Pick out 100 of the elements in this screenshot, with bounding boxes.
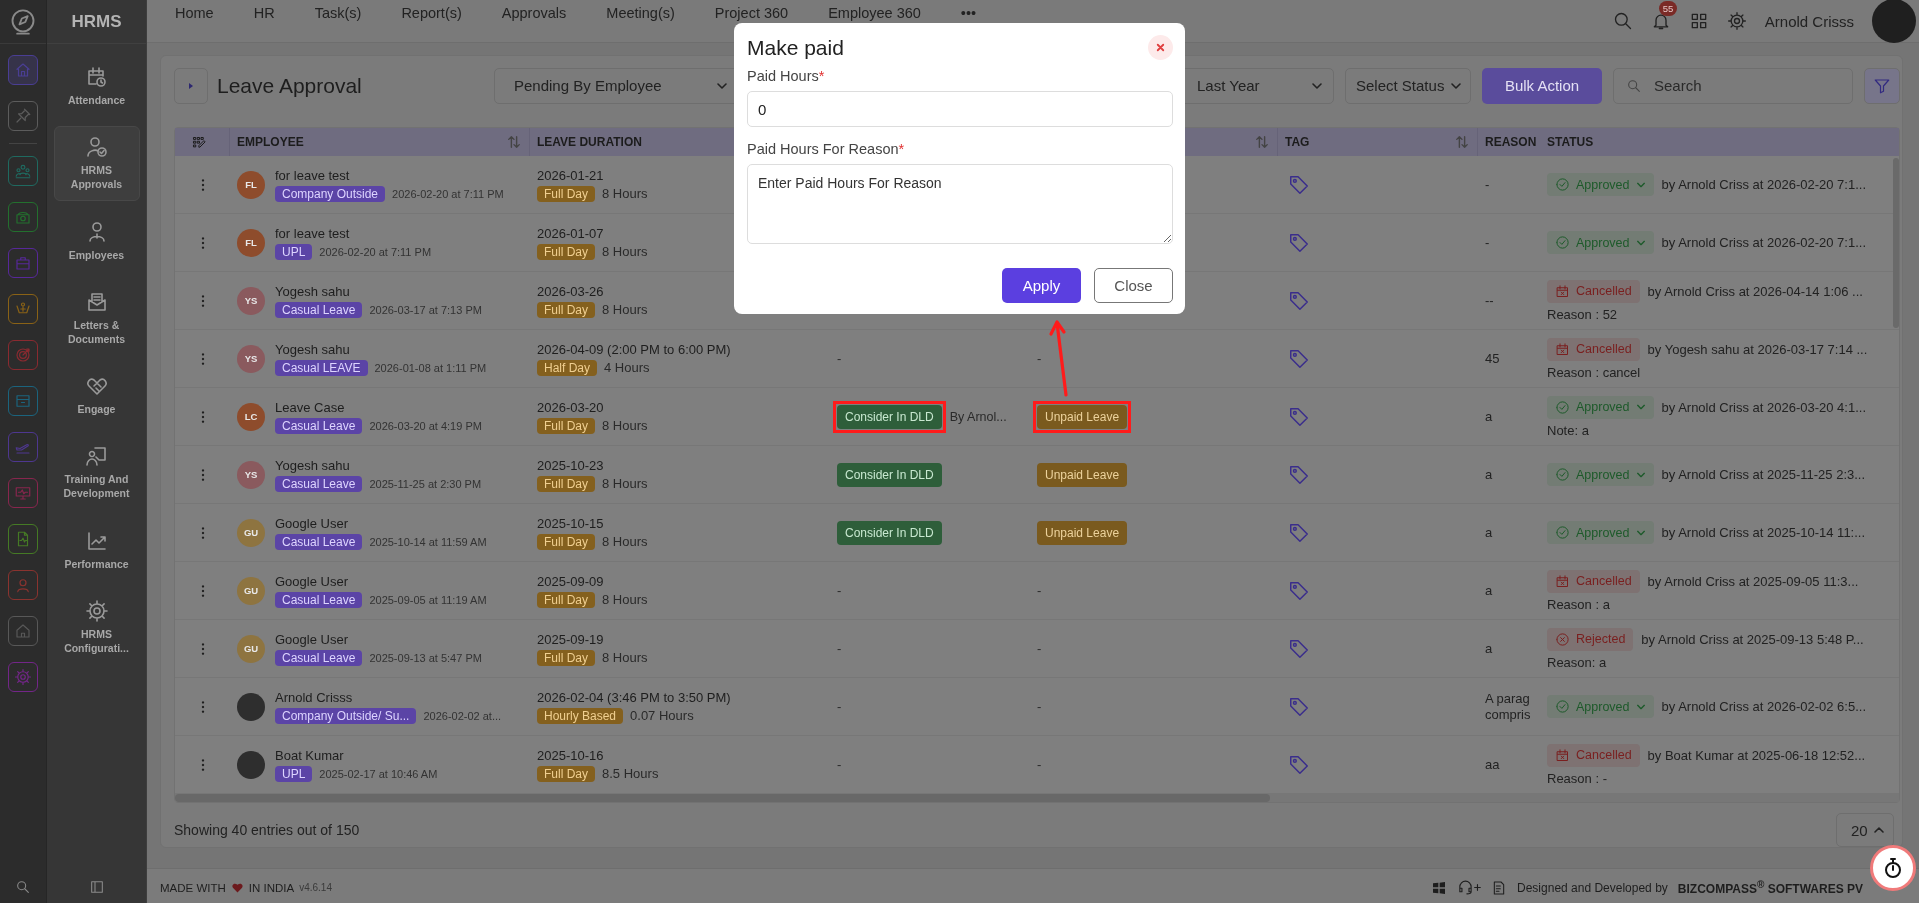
- tag-icon[interactable]: [1288, 231, 1310, 254]
- close-button[interactable]: [1148, 35, 1173, 60]
- status-chip[interactable]: Approved: [1547, 521, 1654, 544]
- empty-value: -: [1037, 583, 1042, 598]
- app-shortcut-button[interactable]: [8, 202, 38, 232]
- nav-link[interactable]: Employee 360: [828, 5, 921, 21]
- tag-icon[interactable]: [1288, 753, 1310, 776]
- sidebar-item[interactable]: Engage: [53, 365, 140, 426]
- leave-type-badge: Company Outside: [275, 185, 386, 202]
- paid-hours-field[interactable]: 0: [747, 91, 1173, 127]
- column-header[interactable]: EMPLOYEE: [230, 128, 530, 156]
- more-options-icon[interactable]: [199, 235, 206, 250]
- status-note: Reason : a: [1547, 596, 1610, 612]
- column-header[interactable]: TAG: [1278, 128, 1478, 156]
- status-chip[interactable]: Approved: [1547, 173, 1654, 196]
- status-detail: by Arnold Criss at 2025-09-05 11:3...: [1647, 573, 1859, 589]
- sidebar-item[interactable]: Letters & Documents: [53, 280, 140, 356]
- status-chip: Cancelled: [1547, 337, 1640, 361]
- more-options-icon[interactable]: [199, 699, 206, 714]
- filter-button[interactable]: [1864, 67, 1900, 104]
- sidebar-item[interactable]: Performance: [53, 519, 140, 580]
- sidebar-item[interactable]: Attendance: [53, 56, 140, 117]
- empty-value: -: [1037, 757, 1042, 772]
- tag-icon[interactable]: [1288, 405, 1310, 428]
- app-shortcut-button[interactable]: [8, 386, 38, 416]
- sidebar-toggle-icon[interactable]: [88, 879, 105, 895]
- sort-icon[interactable]: [1455, 135, 1469, 149]
- more-options-icon[interactable]: [199, 293, 206, 308]
- user-avatar[interactable]: [1872, 0, 1916, 43]
- sort-icon[interactable]: [507, 135, 521, 149]
- app-shortcut-button[interactable]: [8, 55, 38, 85]
- leave-date: 2025-09-09: [537, 573, 604, 589]
- sidebar-item[interactable]: Training And Development: [53, 435, 140, 510]
- nav-link[interactable]: Task(s): [314, 5, 362, 21]
- tag-icon[interactable]: [1288, 347, 1310, 370]
- more-options-icon[interactable]: [199, 351, 206, 366]
- applied-date: 2026-02-02 at...: [423, 709, 502, 722]
- tag-icon[interactable]: [1288, 173, 1310, 196]
- sidebar-item[interactable]: HRMS Approvals: [53, 126, 140, 201]
- tag-icon[interactable]: [1288, 521, 1310, 544]
- more-options-icon[interactable]: [199, 177, 206, 192]
- search-icon[interactable]: [15, 879, 31, 895]
- leave-hours: 8 Hours: [602, 534, 648, 549]
- close-button[interactable]: Close: [1094, 268, 1173, 303]
- tag-icon[interactable]: [1288, 579, 1310, 602]
- company-name: BIZCOMPASS$^{®}$ SOFTWARES PV: [1677, 879, 1863, 896]
- more-options-icon[interactable]: [199, 525, 206, 540]
- tag-icon[interactable]: [1288, 289, 1310, 312]
- search-icon: [1626, 77, 1642, 94]
- tag-icon[interactable]: [1288, 463, 1310, 486]
- settings-icon[interactable]: [1726, 11, 1747, 31]
- sidebar-item[interactable]: Employees: [53, 210, 140, 271]
- app-shortcut-button[interactable]: [8, 662, 38, 692]
- user-name[interactable]: Arnold Crisss: [1764, 12, 1854, 30]
- more-options-icon[interactable]: [199, 641, 206, 656]
- app-shortcut-button[interactable]: [8, 524, 38, 554]
- app-shortcut-button[interactable]: [8, 101, 38, 131]
- windows-icon[interactable]: [1431, 879, 1448, 896]
- status-chip[interactable]: Approved: [1547, 463, 1654, 486]
- more-options-icon[interactable]: [199, 467, 206, 482]
- app-shortcut-button[interactable]: [8, 340, 38, 370]
- decided-by-text: By Arnol...: [949, 409, 1007, 424]
- app-shortcut-button[interactable]: [8, 294, 38, 324]
- nav-link[interactable]: HR: [253, 5, 275, 21]
- nav-link[interactable]: Report(s): [401, 5, 462, 21]
- nav-link[interactable]: Project 360: [714, 5, 789, 21]
- status-chip: Cancelled: [1547, 279, 1640, 303]
- nav-link[interactable]: Approvals: [501, 5, 567, 21]
- app-shortcut-button[interactable]: [8, 478, 38, 508]
- bulk-action-button[interactable]: Bulk Action: [1482, 67, 1602, 104]
- nav-link[interactable]: Home: [175, 5, 214, 21]
- more-options-icon[interactable]: [199, 583, 206, 598]
- tag-icon[interactable]: [1288, 637, 1310, 660]
- app-shortcut-button[interactable]: [8, 616, 38, 646]
- column-settings-icon[interactable]: [192, 134, 207, 150]
- status-note: Reason : -: [1547, 770, 1607, 786]
- status-filter-dropdown[interactable]: Select Status: [1345, 67, 1471, 104]
- search-field[interactable]: Search: [1613, 67, 1853, 104]
- more-nav-link[interactable]: •••: [960, 5, 977, 21]
- more-options-icon[interactable]: [199, 409, 206, 424]
- app-shortcut-button[interactable]: [8, 432, 38, 462]
- status-chip[interactable]: Approved: [1547, 231, 1654, 254]
- apply-button[interactable]: Apply: [1002, 268, 1081, 303]
- page-size-dropdown[interactable]: 20: [1836, 813, 1894, 847]
- status-chip[interactable]: Approved: [1547, 395, 1654, 419]
- more-options-icon[interactable]: [199, 757, 206, 772]
- app-shortcut-button[interactable]: [8, 248, 38, 278]
- search-icon[interactable]: [1612, 11, 1633, 31]
- compass-logo-icon[interactable]: [9, 7, 37, 36]
- sort-icon[interactable]: [1255, 135, 1269, 149]
- app-shortcut-button[interactable]: [8, 570, 38, 600]
- sidebar-item[interactable]: HRMS Configurati...: [53, 589, 140, 665]
- status-chip[interactable]: Approved: [1547, 695, 1654, 718]
- nav-link[interactable]: Meeting(s): [606, 5, 675, 21]
- tag-icon[interactable]: [1288, 695, 1310, 718]
- day-type-badge: Half Day: [537, 359, 597, 376]
- reason-field[interactable]: Enter Paid Hours For Reason: [747, 164, 1173, 244]
- headset-plus-icon[interactable]: [1457, 879, 1482, 896]
- app-shortcut-button[interactable]: [8, 156, 38, 186]
- briefcase-icon: [14, 254, 32, 272]
